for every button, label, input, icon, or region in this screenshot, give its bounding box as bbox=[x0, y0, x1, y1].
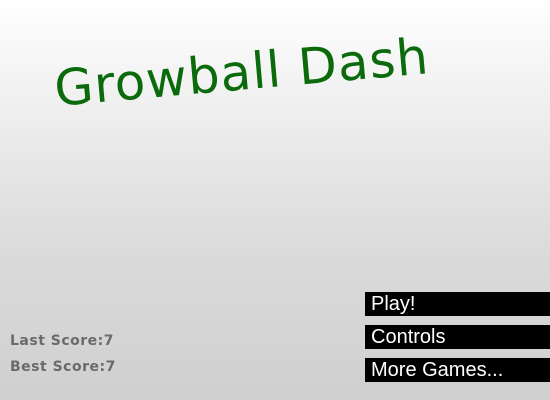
best-score-value: 7 bbox=[105, 359, 116, 375]
last-score-value: 7 bbox=[103, 333, 115, 349]
more-games-button[interactable]: More Games... bbox=[365, 358, 550, 382]
last-score: Last Score:7 bbox=[10, 332, 116, 358]
last-score-label: Last Score: bbox=[10, 333, 104, 349]
main-menu: Play! Controls More Games... bbox=[365, 292, 550, 391]
controls-button[interactable]: Controls bbox=[365, 325, 550, 349]
game-title: Growball Dash bbox=[52, 27, 432, 118]
score-panel: Last Score:7 Best Score:7 bbox=[10, 332, 116, 384]
best-score-label: Best Score: bbox=[10, 359, 106, 375]
game-screen: { "title": "Growball Dash", "menu": { "p… bbox=[0, 0, 550, 400]
play-button[interactable]: Play! bbox=[365, 292, 550, 316]
best-score: Best Score:7 bbox=[10, 358, 116, 384]
